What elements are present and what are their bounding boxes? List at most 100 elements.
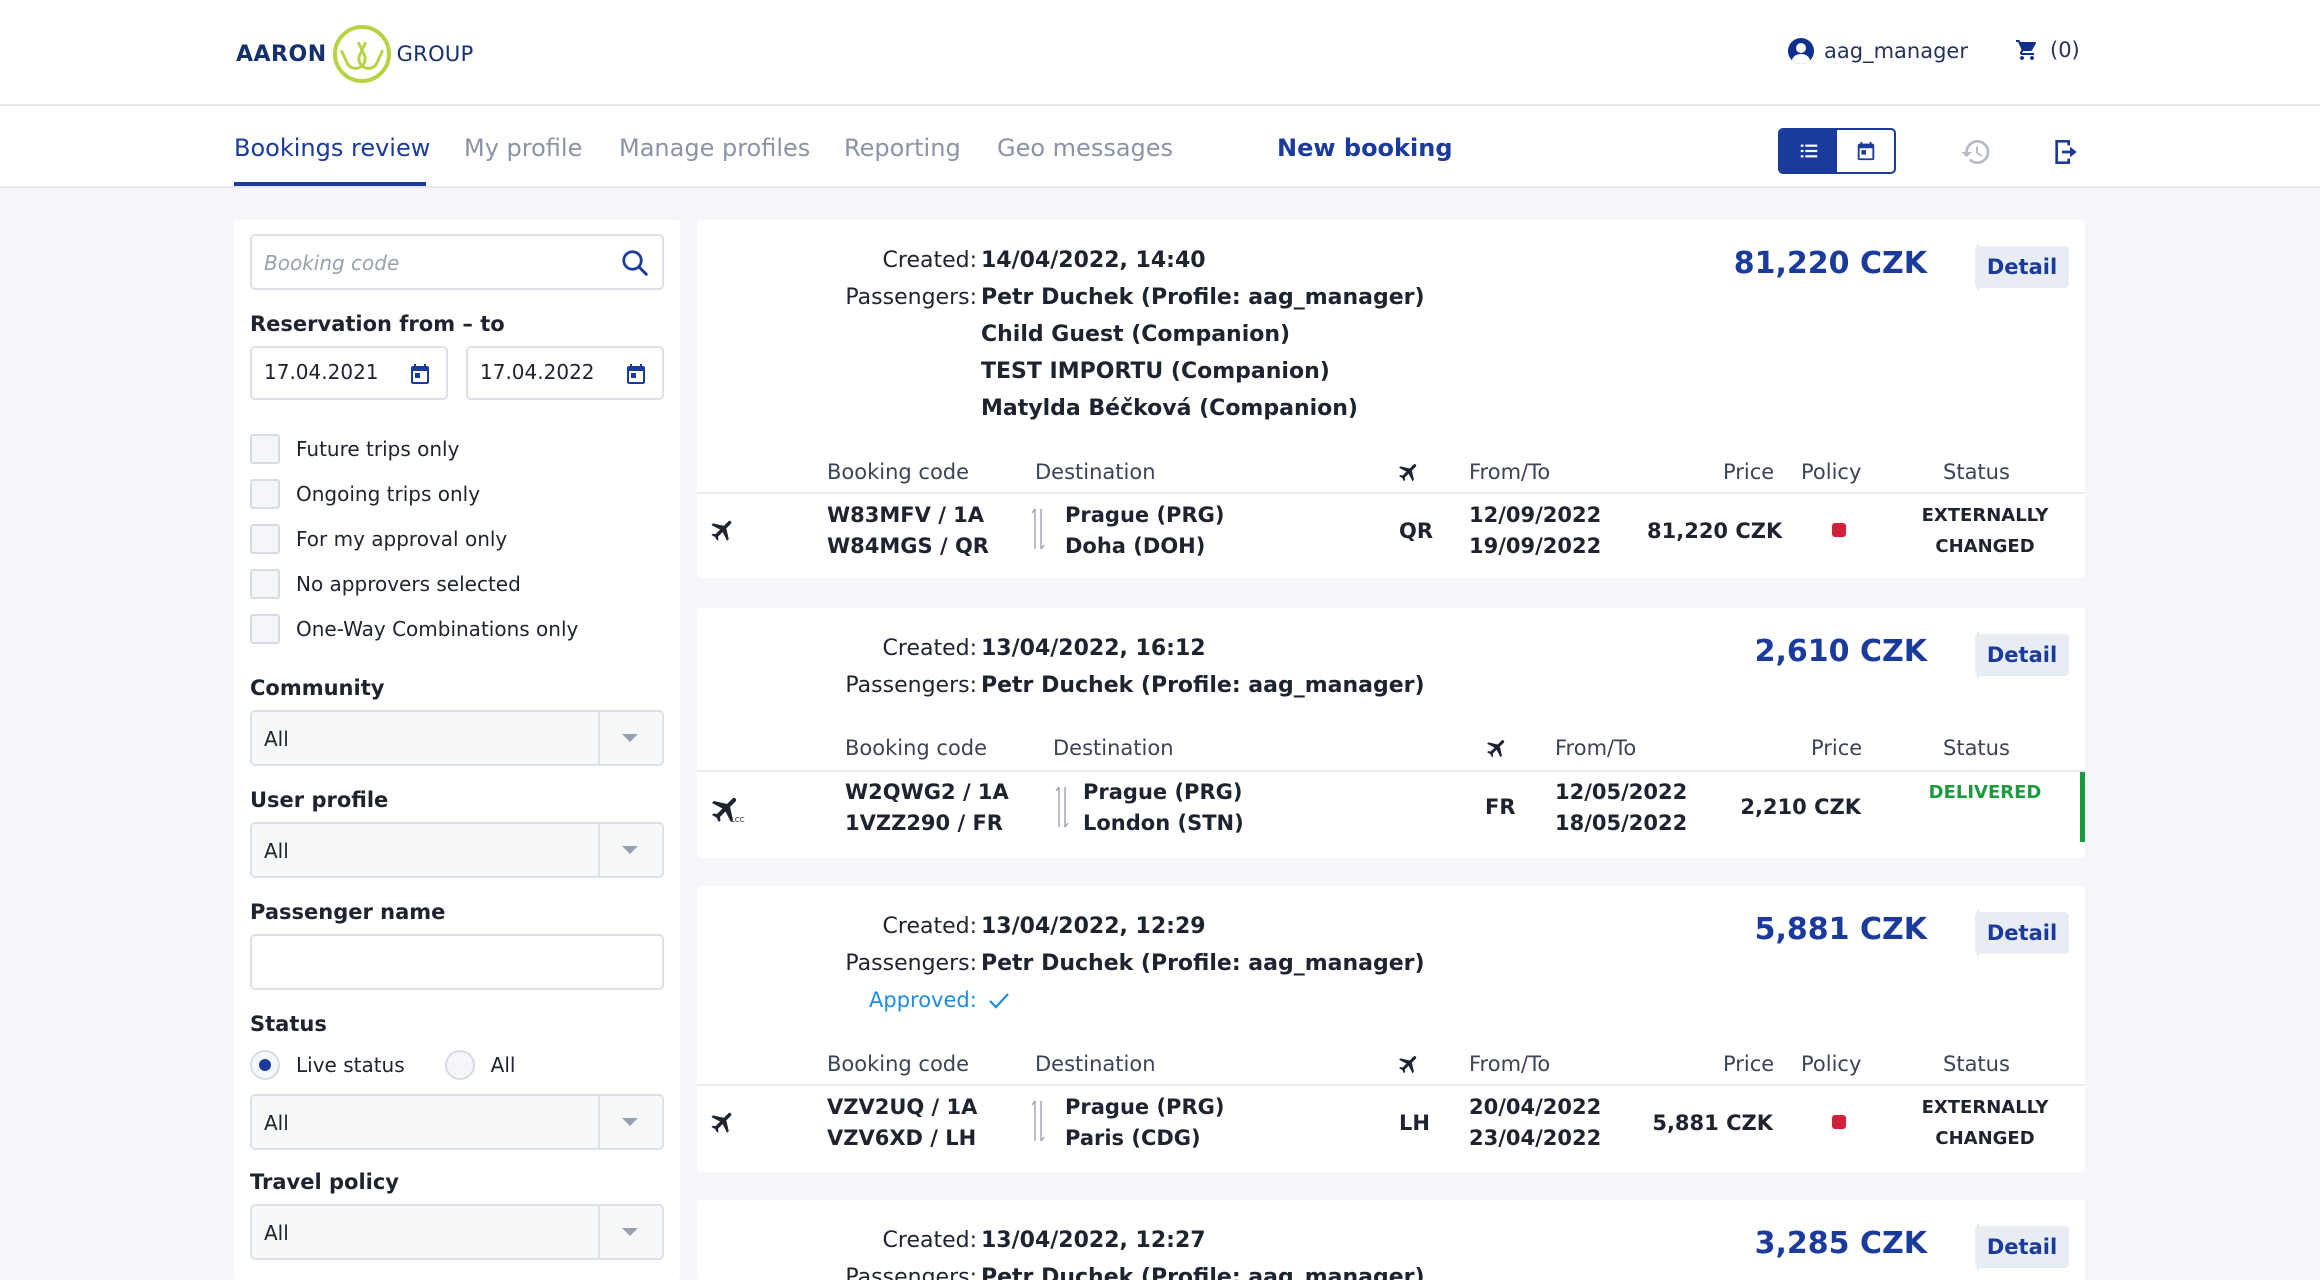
checkbox[interactable] <box>250 569 280 599</box>
created-label: Created: <box>882 636 977 661</box>
travel-policy-select[interactable]: All <box>250 1204 664 1260</box>
passenger-name: Petr Duchek (Profile: aag_manager) <box>981 285 1425 310</box>
calendar-icon[interactable] <box>408 362 432 386</box>
checkbox-label: For my approval only <box>296 527 508 551</box>
table-divider <box>697 492 2085 494</box>
checkbox[interactable] <box>250 479 280 509</box>
departure-date: 12/05/2022 <box>1555 780 1688 804</box>
destination: London (STN) <box>1083 811 1244 835</box>
checkbox[interactable] <box>250 614 280 644</box>
logo-text-left: AARON <box>236 41 327 67</box>
created-value: 13/04/2022, 12:27 <box>981 1228 1206 1253</box>
passenger-name: Petr Duchek (Profile: aag_manager) <box>981 673 1425 698</box>
select-divider <box>598 712 600 764</box>
created-label: Created: <box>882 248 977 273</box>
list-view-icon <box>1800 144 1817 158</box>
active-tab-indicator <box>234 182 426 186</box>
username: aag_manager <box>1824 39 1968 63</box>
date-from-field <box>250 346 448 400</box>
community-select[interactable]: All <box>250 710 664 766</box>
status-radio-group: Live status All <box>250 1050 515 1080</box>
tab-geo-messages[interactable]: Geo messages <box>997 134 1173 162</box>
tab-my-profile[interactable]: My profile <box>464 134 582 162</box>
new-booking-link[interactable]: New booking <box>1277 134 1453 162</box>
select-divider <box>598 1206 600 1258</box>
detail-button[interactable]: Detail <box>1975 912 2069 954</box>
airline-code: LH <box>1399 1111 1430 1135</box>
list-view-button[interactable] <box>1780 130 1837 172</box>
checkbox-ongoing-trips[interactable]: Ongoing trips only <box>250 479 480 509</box>
checkbox[interactable] <box>250 434 280 464</box>
status-select[interactable]: All <box>250 1094 664 1150</box>
date-to-input[interactable] <box>480 360 620 384</box>
approved-label: Approved: <box>869 988 977 1012</box>
column-header: Status <box>1943 460 2010 484</box>
checkbox[interactable] <box>250 524 280 554</box>
company-logo[interactable]: AARON GROUP <box>236 22 474 86</box>
date-from-input[interactable] <box>264 360 404 384</box>
filters-panel: Reservation from – to Future trips only … <box>234 220 680 1280</box>
radio-live-status[interactable] <box>250 1050 280 1080</box>
policy-violation-indicator <box>1832 1115 1846 1129</box>
history-icon[interactable] <box>1960 136 1992 168</box>
booking-code: W2QWG2 / 1A <box>845 780 1009 804</box>
detail-button[interactable]: Detail <box>1975 634 2069 676</box>
column-header: From/To <box>1469 460 1551 484</box>
created-label: Created: <box>882 1228 977 1253</box>
user-account-icon <box>1788 38 1814 64</box>
calendar-view-button[interactable] <box>1837 130 1894 172</box>
tab-manage-profiles[interactable]: Manage profiles <box>619 134 810 162</box>
booking-code: VZV2UQ / 1A <box>827 1095 978 1119</box>
logout-icon[interactable] <box>2050 136 2082 168</box>
airline-code: QR <box>1399 519 1434 543</box>
departure-date: 20/04/2022 <box>1469 1095 1602 1119</box>
booking-card: Created: 13/04/2022, 12:27 Passengers: P… <box>697 1200 2085 1280</box>
column-header: Destination <box>1035 1052 1156 1076</box>
passenger-name-input[interactable] <box>250 934 664 990</box>
tab-reporting[interactable]: Reporting <box>844 134 961 162</box>
detail-button[interactable]: Detail <box>1975 246 2069 288</box>
created-value: 13/04/2022, 16:12 <box>981 636 1206 661</box>
calendar-icon[interactable] <box>624 362 648 386</box>
delivered-status-bar <box>2080 772 2085 842</box>
user-menu[interactable]: aag_manager <box>1788 38 1968 64</box>
origin: Prague (PRG) <box>1083 780 1243 804</box>
status-text: CHANGED <box>1935 1128 2035 1149</box>
checkbox-future-trips[interactable]: Future trips only <box>250 434 459 464</box>
checkbox-no-approvers[interactable]: No approvers selected <box>250 569 521 599</box>
checkbox-my-approval[interactable]: For my approval only <box>250 524 507 554</box>
column-header: Status <box>1943 736 2010 760</box>
cart-count: (0) <box>2050 38 2080 62</box>
table-divider <box>697 770 2085 772</box>
radio-all[interactable] <box>444 1050 475 1080</box>
select-divider <box>598 824 600 876</box>
main-nav: Bookings review My profile Manage profil… <box>0 106 2320 188</box>
calendar-view-icon <box>1857 141 1874 161</box>
airline-column-plane-icon <box>1399 1056 1417 1074</box>
passengers-label: Passengers: <box>845 673 977 698</box>
column-header: Price <box>1723 1052 1775 1076</box>
chevron-down-icon <box>622 734 638 742</box>
passengers-label: Passengers: <box>845 285 977 310</box>
cart-button[interactable]: (0) <box>2014 38 2080 62</box>
column-header: Destination <box>1035 460 1156 484</box>
status-label: Status <box>250 1012 327 1036</box>
booking-code-input[interactable] <box>264 246 604 280</box>
airline-column-plane-icon <box>1399 464 1417 482</box>
flight-icon <box>711 520 732 541</box>
user-profile-select[interactable]: All <box>250 822 664 878</box>
tab-bookings-review[interactable]: Bookings review <box>234 134 430 162</box>
reservation-range-label: Reservation from – to <box>250 312 505 336</box>
airline-code: FR <box>1485 795 1516 819</box>
search-icon[interactable] <box>620 248 650 278</box>
select-value: All <box>264 727 289 751</box>
route-arrows-icon <box>1031 1100 1045 1142</box>
checkbox-one-way[interactable]: One-Way Combinations only <box>250 614 578 644</box>
column-header: Booking code <box>827 1052 970 1076</box>
top-header: AARON GROUP aag_manager (0) <box>0 0 2320 106</box>
column-header: From/To <box>1469 1052 1551 1076</box>
lcc-badge: LCC <box>731 816 745 824</box>
passenger-name: Petr Duchek (Profile: aag_manager) <box>981 1265 1425 1280</box>
detail-button[interactable]: Detail <box>1975 1226 2069 1268</box>
status-text: EXTERNALLY <box>1921 1097 2049 1118</box>
